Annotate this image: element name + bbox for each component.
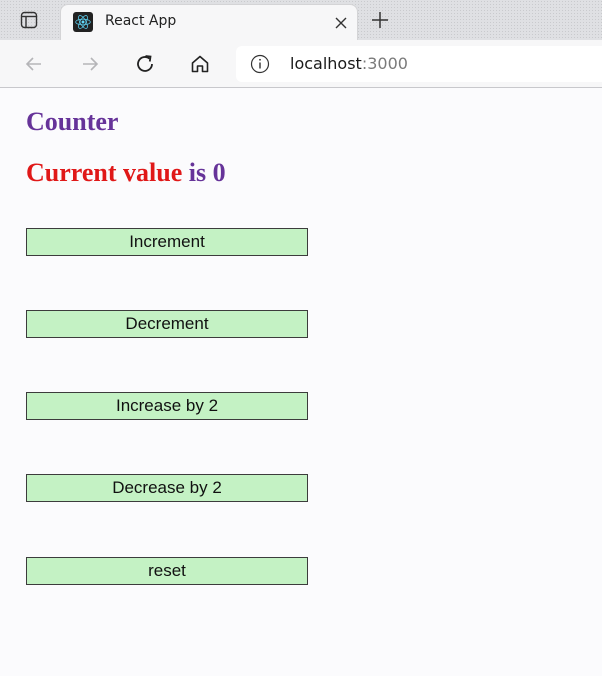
reset-button[interactable]: reset <box>26 557 308 585</box>
current-value-is: is <box>188 158 207 187</box>
browser-toolbar: localhost:3000 <box>0 40 602 88</box>
info-icon[interactable] <box>250 54 270 74</box>
current-value-line: Current value is 0 <box>26 158 226 188</box>
close-icon[interactable] <box>331 13 351 33</box>
url-port: :3000 <box>361 54 408 73</box>
tab-actions-icon[interactable] <box>12 8 46 32</box>
back-arrow-icon[interactable] <box>20 50 48 78</box>
home-icon[interactable] <box>186 50 214 78</box>
refresh-icon[interactable] <box>131 50 159 78</box>
decrement-button[interactable]: Decrement <box>26 310 308 338</box>
address-bar[interactable]: localhost:3000 <box>236 46 602 82</box>
url-host: localhost <box>290 54 362 73</box>
page-title: Counter <box>26 107 119 136</box>
page-content: Counter Current value is 0 Increment Dec… <box>0 89 602 676</box>
forward-arrow-icon[interactable] <box>76 50 104 78</box>
current-value-label: Current value <box>26 158 183 187</box>
url-text: localhost:3000 <box>290 54 408 73</box>
react-logo-icon <box>73 12 93 32</box>
browser-tab[interactable]: React App <box>60 4 358 40</box>
current-value-number: 0 <box>212 158 226 187</box>
tab-strip: React App <box>0 0 602 40</box>
plus-icon[interactable] <box>366 8 394 32</box>
decrease-by-2-button[interactable]: Decrease by 2 <box>26 474 308 502</box>
increase-by-2-button[interactable]: Increase by 2 <box>26 392 308 420</box>
increment-button[interactable]: Increment <box>26 228 308 256</box>
tab-title: React App <box>105 13 177 29</box>
